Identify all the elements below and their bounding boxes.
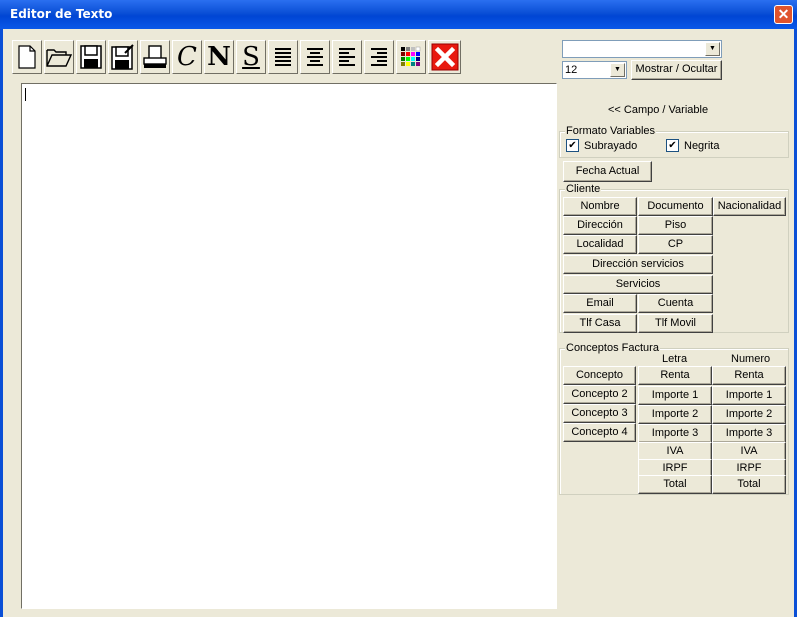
tlf-casa-button[interactable]: Tlf Casa [563,314,637,333]
documento-button[interactable]: Documento [638,197,713,216]
bold-checkbox-label: Negrita [684,140,720,152]
font-size-select[interactable]: 12 ▼ [562,61,627,79]
justify-button[interactable] [268,40,298,74]
direccion-button[interactable]: Dirección [563,216,637,235]
underline-icon: S [242,42,260,72]
window-title: Editor de Texto [10,7,113,21]
direccion-servicios-button[interactable]: Dirección servicios [563,255,713,274]
italic-icon: C [177,42,197,72]
font-size-value: 12 [565,64,578,76]
font-name-select[interactable]: ▼ [562,40,722,58]
toolbar: C N S [12,40,463,77]
align-right-button[interactable] [364,40,394,74]
delete-button[interactable] [428,40,461,74]
align-center-icon [307,48,323,66]
numero-total-button[interactable]: Total [712,475,786,494]
cliente-title: Cliente [565,183,602,195]
concepto-button[interactable]: Concepto [563,366,636,385]
save-as-button[interactable] [108,40,138,74]
delete-icon [431,43,458,71]
color-palette-icon [401,46,421,66]
window-close-button[interactable]: ✕ [774,5,793,24]
align-right-icon [371,48,387,66]
text-editor-area[interactable] [21,83,557,609]
align-left-button[interactable] [332,40,362,74]
underline-checkbox-label: Subrayado [584,140,638,152]
bold-icon: N [207,42,231,72]
bold-button[interactable]: N [204,40,234,74]
fecha-actual-button[interactable]: Fecha Actual [563,161,652,182]
email-button[interactable]: Email [563,294,637,313]
concepto-2-button[interactable]: Concepto 2 [563,385,636,404]
align-center-button[interactable] [300,40,330,74]
toggle-button[interactable]: Mostrar / Ocultar [631,60,722,80]
underline-button[interactable]: S [236,40,266,74]
numero-renta-button[interactable]: Renta [712,366,786,385]
tlf-movil-button[interactable]: Tlf Movil [638,314,713,333]
numero-column-header: Numero [731,353,771,365]
print-button[interactable] [140,40,170,74]
justify-icon [275,48,291,66]
new-file-icon [18,45,36,69]
italic-button[interactable]: C [172,40,202,74]
cp-button[interactable]: CP [638,235,713,254]
underline-checkbox[interactable]: ✔ [566,139,579,152]
formato-variables-title: Formato Variables [565,125,657,137]
servicios-button[interactable]: Servicios [563,275,713,294]
text-caret [25,88,26,101]
nombre-button[interactable]: Nombre [563,197,637,216]
letra-importe-2-button[interactable]: Importe 2 [638,405,712,424]
chevron-down-icon[interactable]: ▼ [610,63,625,77]
chevron-down-icon[interactable]: ▼ [705,42,720,56]
checkmark-icon: ✔ [668,140,677,151]
save-icon [80,45,102,69]
align-left-icon [339,48,355,66]
save-as-icon [111,44,134,70]
letra-renta-button[interactable]: Renta [638,366,712,385]
concepto-3-button[interactable]: Concepto 3 [563,404,636,423]
conceptos-factura-title: Conceptos Factura [565,342,660,354]
letra-importe-3-button[interactable]: Importe 3 [638,424,712,443]
letra-total-button[interactable]: Total [638,475,712,494]
letra-importe-1-button[interactable]: Importe 1 [638,386,712,405]
new-button[interactable] [12,40,42,74]
concepto-4-button[interactable]: Concepto 4 [563,423,636,442]
title-bar: Editor de Texto ✕ [0,0,797,29]
close-icon: ✕ [777,6,790,22]
open-folder-icon [46,49,72,67]
print-icon [143,45,167,68]
campo-variable-link[interactable]: << Campo / Variable [608,104,708,116]
checkmark-icon: ✔ [568,140,577,151]
open-button[interactable] [44,40,74,74]
numero-importe-1-button[interactable]: Importe 1 [712,386,786,405]
color-button[interactable] [396,40,426,74]
piso-button[interactable]: Piso [638,216,713,235]
cuenta-button[interactable]: Cuenta [638,294,713,313]
save-button[interactable] [76,40,106,74]
localidad-button[interactable]: Localidad [563,235,637,254]
numero-importe-2-button[interactable]: Importe 2 [712,405,786,424]
bold-checkbox[interactable]: ✔ [666,139,679,152]
numero-importe-3-button[interactable]: Importe 3 [712,424,786,443]
nacionalidad-button[interactable]: Nacionalidad [713,197,786,216]
letra-column-header: Letra [662,353,688,365]
